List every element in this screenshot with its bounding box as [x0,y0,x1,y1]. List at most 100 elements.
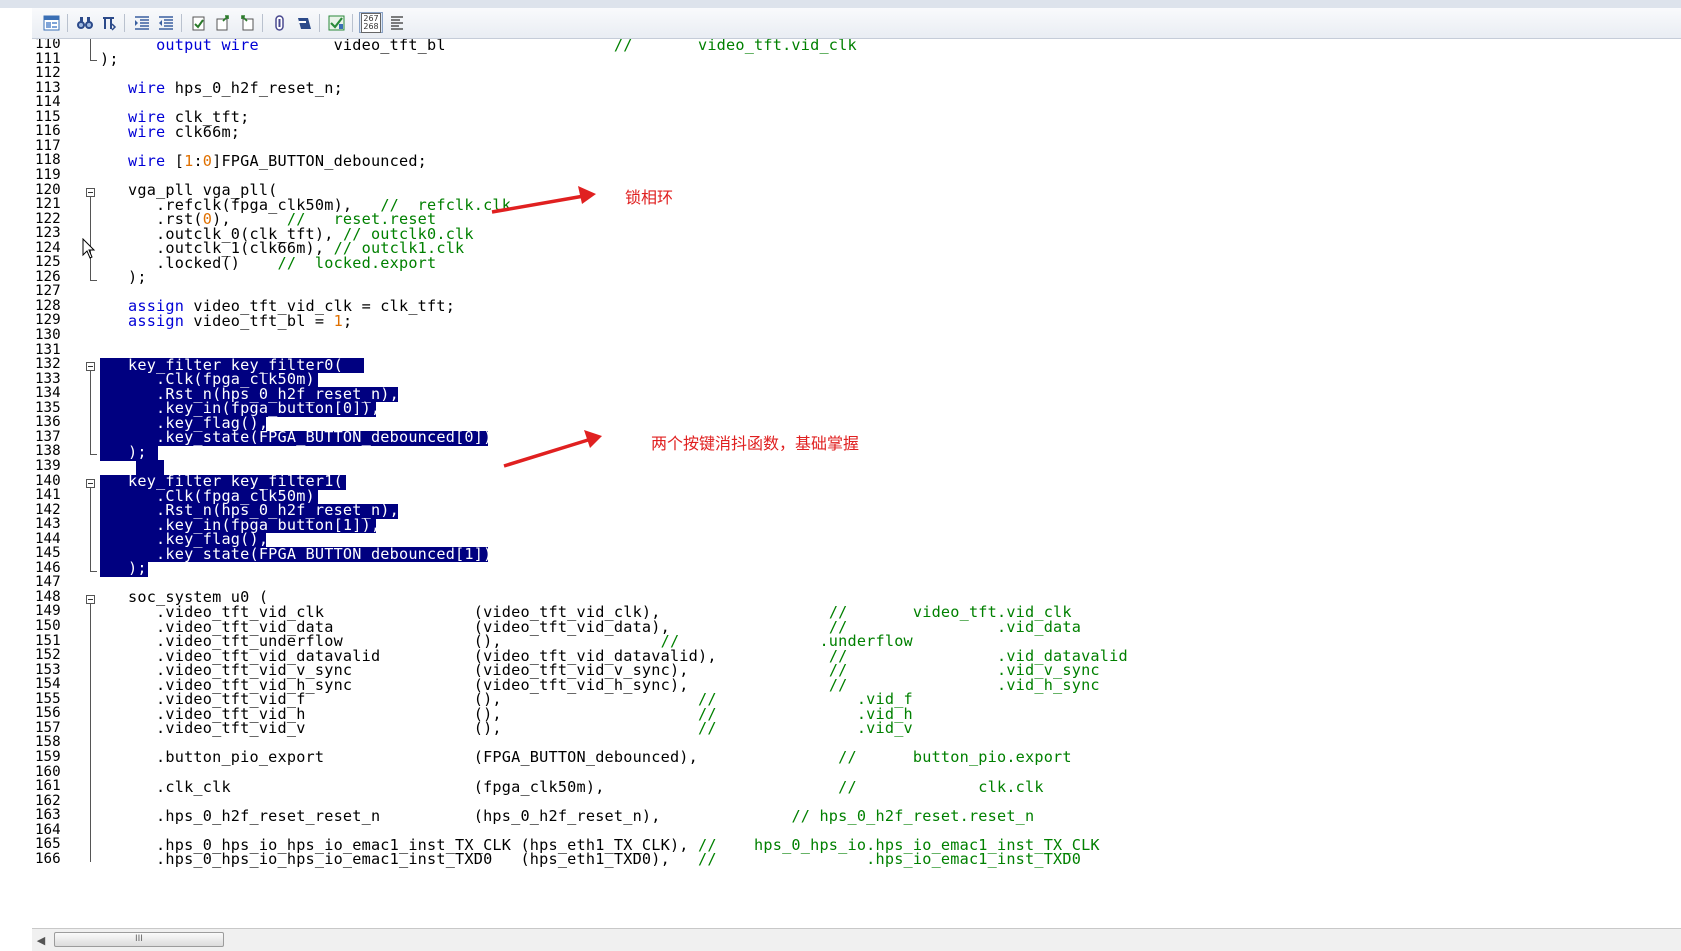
code-token: ); [100,442,147,461]
code-line[interactable]: wire clk66m; [100,122,241,141]
code-token: [ [165,151,185,170]
find-icon [76,16,93,29]
scroll-left-arrow-icon[interactable]: ◀ [34,932,48,948]
fold-end [90,279,97,281]
block-comment-icon [297,17,311,29]
code-line[interactable]: ); [100,559,147,578]
fold-guide [90,371,91,455]
editor-toolbar: 267 268 [32,8,1681,39]
code-line[interactable]: assign video_tft_bl = 1; [100,311,353,330]
check-syntax-button[interactable] [326,12,347,33]
code-line[interactable]: .key_state(FPGA_BUTTON_debounced[1]) [100,544,493,563]
code-line[interactable]: .locked() // locked.export [100,253,437,272]
fold-guide [90,487,91,571]
fold-guide [90,603,91,862]
scrollbar-thumb[interactable]: III [54,932,224,947]
code-line[interactable]: wire [1:0]FPGA_BUTTON_debounced; [100,151,427,170]
insert-template-button[interactable] [269,12,290,33]
arrow-key-filter [503,430,602,468]
toggle-bookmark-button[interactable] [188,12,209,33]
code-token: ; [342,311,353,330]
toolbar-separator [319,14,320,32]
code-token: : [193,151,203,170]
code-token: .hps_0_h2f_reset_reset_n (hps_0_h2f_rese… [100,806,792,825]
find-replace-button[interactable] [98,12,119,33]
code-line[interactable]: .key_state(FPGA_BUTTON_debounced[0]) [100,430,492,446]
code-line[interactable]: .hps_0_hps_io_hps_io_emac1_inst_TXD0 (hp… [100,850,1082,869]
fold-end [90,570,97,572]
code-keyword: wire [128,122,166,141]
code-token: .hps_0_hps_io_hps_io_emac1_inst_TXD0 (hp… [100,850,698,869]
code-token: ); [100,50,119,69]
code-token: .video_tft_vid_v (), [100,719,698,738]
code-token: clk66m; [165,122,241,141]
code-token: .key_state(FPGA_BUTTON_debounced[1]) [100,544,493,563]
unindent-button[interactable] [155,12,176,33]
code-comment: // video_tft.vid_clk [613,39,857,54]
code-token: 0 [202,151,213,170]
line-numbers-toggle[interactable]: 267 268 [359,12,383,33]
code-line[interactable]: output wire video_tft_bl // video_tft.vi… [100,39,857,53]
code-line[interactable]: ); [100,268,147,287]
fold-toggle-icon[interactable] [86,187,95,197]
toolbar-separator [262,14,263,32]
code-token: ); [100,559,147,578]
code-token: hps_0_h2f_reset_n; [165,79,343,98]
code-keyword: output wire [156,39,259,54]
fold-toggle-icon[interactable] [86,362,95,372]
code-comment: // locked.export [277,253,437,272]
annotation-key-filter: 两个按键消抖函数，基础掌握 [651,434,860,453]
code-token: video_tft_bl [258,39,614,54]
code-line[interactable]: ); [100,442,147,461]
toolbar-separator [181,14,182,32]
project-icon [43,15,60,30]
block-comment-button[interactable] [293,12,314,33]
find-button[interactable] [74,12,95,33]
toolbar-separator [67,14,68,32]
bookmark-prev-icon [240,14,253,30]
word-wrap-button[interactable] [386,12,407,33]
code-line[interactable]: .hps_0_h2f_reset_reset_n (hps_0_h2f_rese… [100,806,1035,825]
insert-template-icon [274,14,284,31]
code-comment: // hps_0_h2f_reset.reset_n [791,806,1035,825]
annotation-pll: 锁相环 [625,188,674,207]
left-panel-strip [0,8,32,950]
horizontal-scrollbar[interactable]: ◀ III [32,928,1681,951]
code-line[interactable]: wire hps_0_h2f_reset_n; [100,79,343,98]
fold-end [90,59,97,61]
find-replace-icon [102,16,116,31]
indent-icon [134,15,149,30]
mouse-cursor-icon [82,238,96,259]
project-button[interactable] [41,12,62,33]
code-comment: // .hps_io_emac1_inst_TXD0 [698,850,1082,869]
fold-toggle-icon[interactable] [86,478,95,488]
bookmark-icon [192,16,204,30]
code-editor[interactable]: 110 111 112 113 114 115 116 117 118 119 120 121 122 1… [32,39,1681,928]
code-line[interactable]: .video_tft_vid_v (), // .vid_v [100,721,913,737]
scrollbar-grip: III [135,934,143,944]
code-keyword: wire [128,79,166,98]
code-token: .key_state(FPGA_BUTTON_debounced[0]) [100,428,493,447]
code-comment: // clk.clk [838,777,1044,796]
fold-guide [90,39,91,60]
bookmark-next-icon [216,14,229,30]
next-bookmark-button[interactable] [212,12,233,33]
fold-toggle-icon[interactable] [86,594,95,604]
line-number: 166 [35,850,61,867]
code-token: video_tft_bl = [184,311,334,330]
code-line[interactable]: .button_pio_export (FPGA_BUTTON_debounce… [100,750,1072,766]
code-line[interactable]: ); [100,50,119,69]
code-token: .button_pio_export (FPGA_BUTTON_debounce… [100,748,839,767]
arrow-pll [491,186,596,214]
line-numbers-icon: 267 268 [361,12,381,33]
fold-end [90,454,97,456]
code-token: ); [100,268,147,287]
code-line[interactable]: .clk_clk (fpga_clk50m), // clk.clk [100,777,1044,796]
indent-button[interactable] [131,12,152,33]
code-token: 1 [333,311,343,330]
previous-bookmark-button[interactable] [236,12,257,33]
code-keyword: wire [128,151,166,170]
